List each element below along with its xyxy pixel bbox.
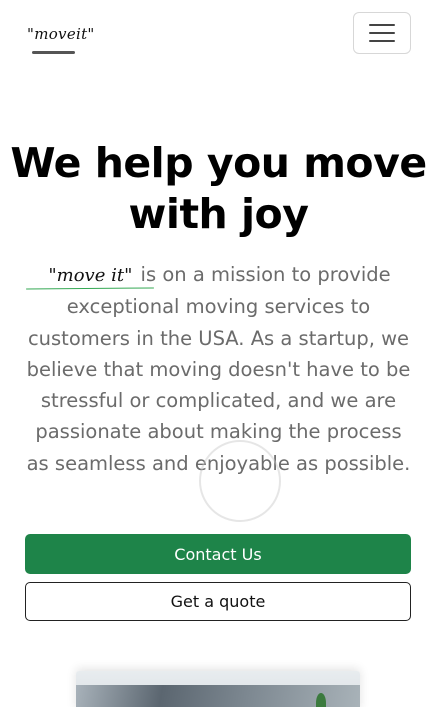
hero-description-text: is on a mission to provide exceptional m…: [26, 263, 411, 475]
logo[interactable]: "moveit": [27, 24, 95, 54]
hamburger-menu-icon: [369, 24, 395, 26]
logo-text: "moveit": [27, 25, 95, 43]
loading-spinner-icon: [199, 440, 281, 522]
hamburger-menu-icon: [369, 40, 395, 42]
get-a-quote-button[interactable]: Get a quote: [25, 582, 411, 621]
navbar: "moveit": [0, 0, 437, 70]
menu-toggle-button[interactable]: [353, 12, 411, 54]
brand-inline: "move it": [46, 260, 134, 291]
contact-us-button[interactable]: Contact Us: [25, 534, 411, 574]
tree-shape: [316, 693, 326, 707]
logo-underline: [32, 51, 75, 54]
hero-title: We help you move with joy: [10, 139, 427, 238]
hamburger-menu-icon: [369, 32, 395, 34]
hero-image: [76, 671, 360, 707]
